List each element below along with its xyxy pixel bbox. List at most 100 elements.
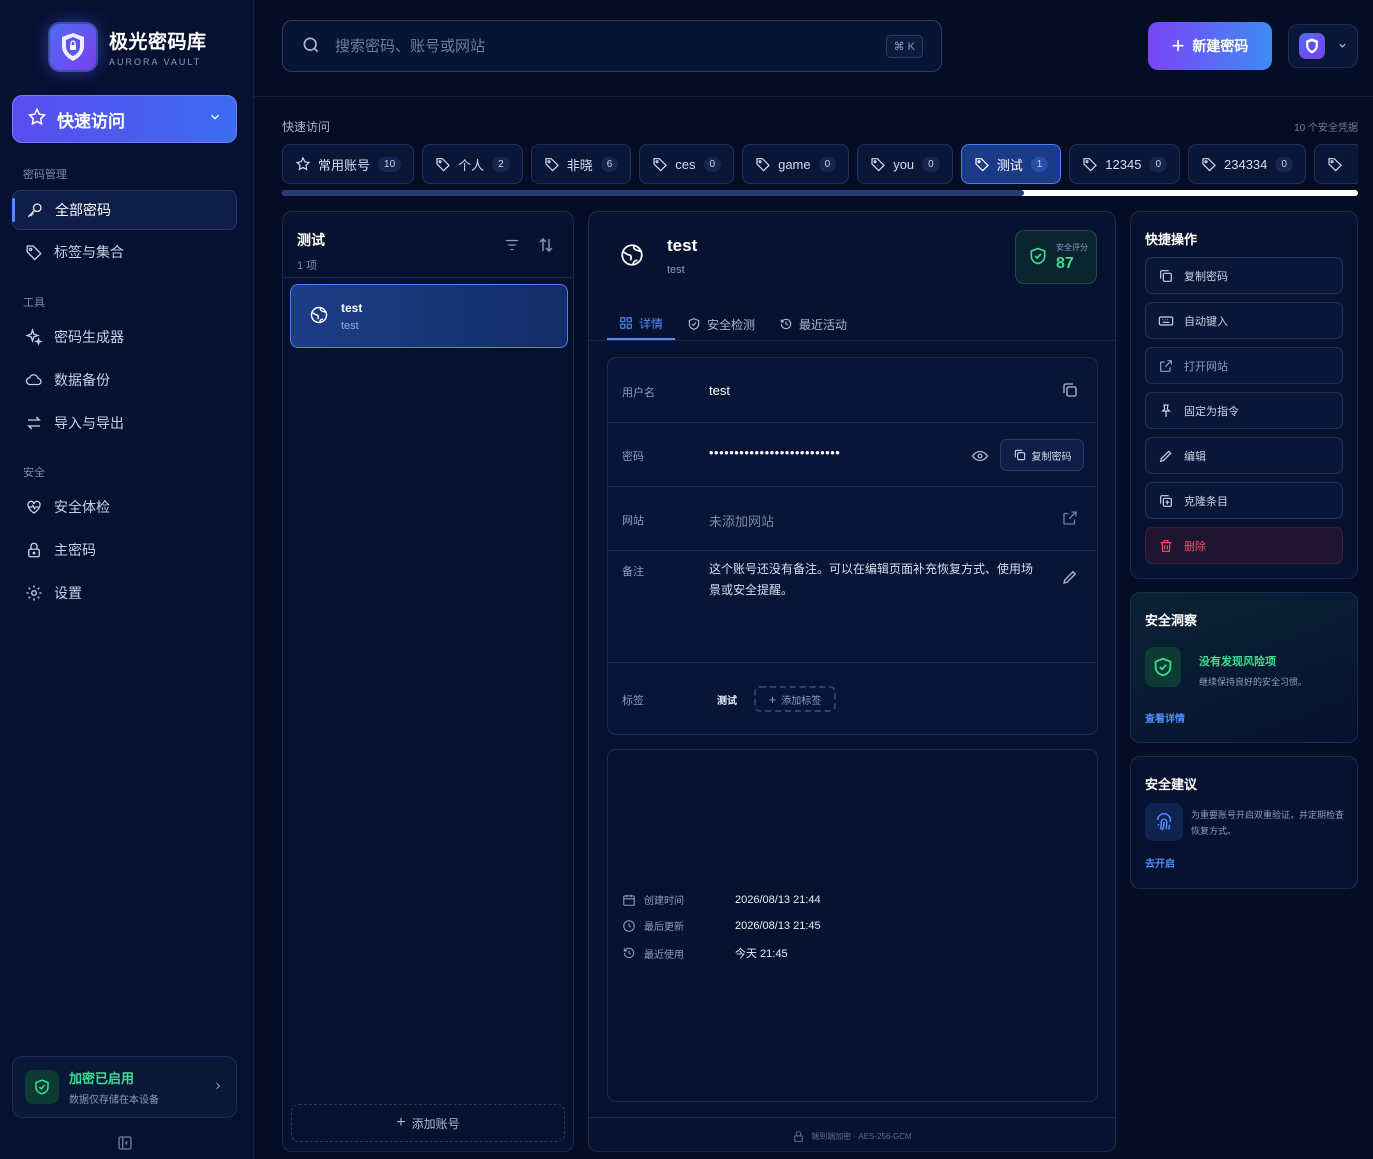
security-score-badge: 安全评分 87 — [1015, 230, 1097, 284]
tab-details[interactable]: 详情 — [607, 308, 676, 340]
tag-icon — [544, 156, 560, 172]
quick-chip[interactable]: 非晓 6 — [530, 144, 632, 184]
sparkle-icon — [24, 327, 44, 347]
keyboard-icon — [1158, 313, 1174, 329]
sidebar-item-health[interactable]: 安全体检 — [12, 487, 237, 527]
brand[interactable]: 极光密码库 AURORA VAULT — [48, 22, 207, 72]
brand-subtitle: AURORA VAULT — [109, 57, 202, 67]
action-label: 删除 — [1184, 540, 1206, 553]
copy-password-action[interactable]: 复制密码 — [1145, 257, 1343, 294]
quick-chip-overflow[interactable] — [1313, 144, 1358, 184]
chip-count: 0 — [1149, 156, 1168, 172]
sidebar-item-settings[interactable]: 设置 — [12, 573, 237, 613]
header-divider — [254, 96, 1373, 97]
brand-title: 极光密码库 — [109, 32, 207, 53]
copy-password-button[interactable]: 复制密码 — [1000, 439, 1084, 471]
sidebar-item-tags[interactable]: 标签与集合 — [12, 232, 237, 272]
add-tag-button[interactable]: + 添加标签 — [754, 686, 836, 712]
calendar-icon — [622, 893, 638, 907]
list-item-title: test — [341, 300, 363, 315]
sidebar-item-master-password[interactable]: 主密码 — [12, 530, 237, 570]
eye-icon[interactable] — [971, 447, 989, 468]
tag-chip[interactable]: 测试 — [709, 692, 745, 707]
clone-icon — [1158, 493, 1174, 509]
chevron-right-icon — [212, 1080, 224, 1095]
quick-actions-panel: 快捷操作 复制密码 自动键入 打开网站 固定为指令 编辑 克隆条目 删除 — [1130, 211, 1358, 579]
quick-chip[interactable]: 测试 1 — [960, 144, 1062, 184]
nav-section-title: 安全 — [23, 467, 45, 479]
credential-count: 10 个安全凭据 — [1294, 123, 1358, 134]
chip-label: 234334 — [1224, 156, 1268, 172]
autotype-action[interactable]: 自动键入 — [1145, 302, 1343, 339]
score-value: 87 — [1056, 254, 1074, 272]
meta-value: 2026/08/13 21:44 — [735, 893, 821, 906]
plus-icon: + — [396, 1114, 406, 1131]
quick-chip[interactable]: 234334 0 — [1188, 144, 1306, 184]
tab-recent-activity[interactable]: 最近活动 — [767, 308, 859, 340]
username-value[interactable]: test — [709, 383, 730, 398]
new-password-button[interactable]: + 新建密码 — [1148, 22, 1272, 70]
sidebar-item-backup[interactable]: 数据备份 — [12, 360, 237, 400]
tab-label: 详情 — [639, 316, 664, 331]
copy-icon[interactable] — [1061, 381, 1079, 402]
search-input[interactable] — [335, 37, 886, 55]
enable-2fa-link[interactable]: 去开启 — [1145, 855, 1175, 870]
chip-count: 0 — [922, 156, 940, 172]
quick-access-title: 快速访问 — [282, 120, 331, 134]
profile-menu[interactable] — [1288, 24, 1358, 68]
field-label: 网站 — [622, 515, 644, 527]
password-value[interactable]: •••••••••••••••••••••••••• — [709, 445, 840, 460]
quick-access-button[interactable]: 快速访问 — [12, 95, 237, 143]
filter-icon[interactable] — [503, 236, 521, 257]
chip-label: 非晓 — [566, 157, 593, 173]
quick-chip[interactable]: 12345 0 — [1069, 144, 1181, 184]
sort-icon[interactable] — [537, 236, 555, 257]
insight-status: 没有发现风险项 — [1199, 656, 1276, 668]
field-tags: 标签 测试 + 添加标签 — [608, 663, 1097, 734]
quick-access-label: 快速访问 — [57, 111, 125, 131]
list-item[interactable]: test test — [290, 284, 568, 348]
encryption-status-card[interactable]: 加密已启用 数据仅存储在本设备 — [12, 1056, 237, 1118]
pin-command-action[interactable]: 固定为指令 — [1145, 392, 1343, 429]
external-link-icon[interactable] — [1061, 509, 1079, 530]
tag-icon — [652, 156, 668, 172]
add-account-button[interactable]: + 添加账号 — [291, 1104, 565, 1142]
tab-security-check[interactable]: 安全检测 — [675, 308, 767, 340]
gear-icon — [24, 583, 44, 603]
sidebar-item-label: 全部密码 — [55, 202, 111, 218]
pencil-icon[interactable] — [1061, 568, 1079, 589]
quick-chip[interactable]: you 0 — [857, 144, 953, 184]
website-value: 未添加网站 — [709, 514, 775, 529]
quick-chip[interactable]: 常用账号 10 — [282, 144, 415, 184]
encryption-title: 加密已启用 — [69, 1071, 135, 1086]
action-label: 打开网站 — [1184, 360, 1228, 373]
chips-scrollbar[interactable] — [282, 190, 1358, 196]
delete-action[interactable]: 删除 — [1145, 527, 1343, 564]
quick-chip[interactable]: ces 0 — [639, 144, 735, 184]
quick-actions-title: 快捷操作 — [1145, 232, 1198, 247]
view-details-link[interactable]: 查看详情 — [1145, 710, 1185, 725]
collapse-sidebar-icon[interactable] — [116, 1134, 134, 1155]
open-website-action[interactable]: 打开网站 — [1145, 347, 1343, 384]
clone-action[interactable]: 克隆条目 — [1145, 482, 1343, 519]
shield-check-icon — [1145, 647, 1181, 687]
chip-count: 1 — [1030, 156, 1049, 172]
quick-chip[interactable]: 个人 2 — [422, 144, 523, 184]
quick-chip[interactable]: game 0 — [742, 144, 850, 184]
edit-action[interactable]: 编辑 — [1145, 437, 1343, 474]
field-note: 备注 这个账号还没有备注。可以在编辑页面补充恢复方式、使用场景或安全提醒。 — [608, 551, 1097, 663]
nav-section-title: 工具 — [23, 297, 45, 309]
shield-check-icon — [25, 1070, 59, 1104]
scrollbar-thumb[interactable] — [282, 190, 1025, 196]
sidebar-item-all-passwords[interactable]: 全部密码 — [12, 190, 237, 230]
avatar — [1299, 33, 1325, 59]
action-label: 自动键入 — [1184, 315, 1228, 328]
chip-count: 2 — [492, 156, 510, 172]
sidebar-item-label: 标签与集合 — [54, 244, 124, 260]
sidebar-item-generator[interactable]: 密码生成器 — [12, 317, 237, 357]
search-bar[interactable]: ⌘ K — [282, 20, 942, 72]
tab-label: 安全检测 — [707, 317, 756, 332]
shield-check-icon — [687, 317, 701, 331]
pencil-icon — [1158, 448, 1174, 464]
sidebar-item-import-export[interactable]: 导入与导出 — [12, 403, 237, 443]
